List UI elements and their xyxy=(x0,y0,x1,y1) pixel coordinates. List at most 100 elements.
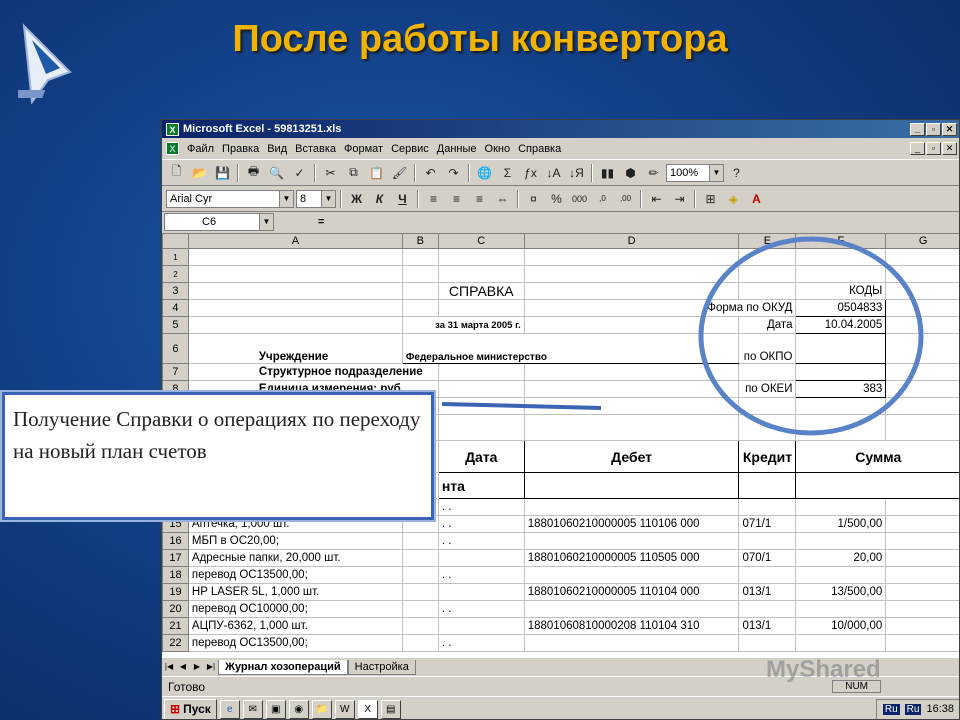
date-cell[interactable]: . . xyxy=(437,634,525,652)
sum-header-cell[interactable]: Сумма xyxy=(795,440,959,473)
undo-icon[interactable]: ↶ xyxy=(420,163,441,183)
keyboard-indicator[interactable]: Ru xyxy=(904,703,922,715)
credit-cell[interactable] xyxy=(738,566,797,584)
credit-cell[interactable]: 071/1 xyxy=(738,515,797,533)
okei-label-cell[interactable]: по ОКЕИ xyxy=(738,380,797,398)
debit-cell[interactable]: 18801060810000208 110104 310 xyxy=(523,617,740,635)
date-cell[interactable]: . . xyxy=(437,532,525,550)
menu-window[interactable]: Окно xyxy=(481,143,515,155)
description-cell[interactable]: АЦПУ-6362, 1,000 шт. xyxy=(187,617,403,635)
date-value-cell[interactable]: 10.04.2005 xyxy=(795,316,887,334)
doc-close-button[interactable]: ✕ xyxy=(942,142,957,155)
decrease-decimal-icon[interactable]: ,00 xyxy=(615,189,636,209)
row-header[interactable]: 7 xyxy=(162,363,189,381)
word-task-icon[interactable]: W xyxy=(334,699,355,719)
debit-cell[interactable]: 18801060210000005 110104 000 xyxy=(523,583,740,601)
excel-task-icon[interactable]: X xyxy=(357,699,378,719)
doc-minimize-button[interactable]: _ xyxy=(910,142,925,155)
font-size-select[interactable]: 8 ▼ xyxy=(296,189,336,208)
date-header-cell[interactable]: Дата xyxy=(437,440,525,473)
language-indicator[interactable]: Ru xyxy=(882,703,900,715)
col-header-a[interactable]: A xyxy=(187,233,403,249)
debit-cell[interactable] xyxy=(523,532,740,550)
align-center-icon[interactable]: ≡ xyxy=(446,189,467,209)
date-label-cell[interactable]: Дата xyxy=(738,316,797,334)
map-icon[interactable]: ⬢ xyxy=(620,163,641,183)
menu-format[interactable]: Формат xyxy=(340,143,387,155)
menu-file[interactable]: Файл xyxy=(183,143,218,155)
menu-edit[interactable]: Правка xyxy=(218,143,263,155)
sum-cell[interactable] xyxy=(795,634,887,652)
copy-icon[interactable]: ⧉ xyxy=(343,163,364,183)
align-right-icon[interactable]: ≡ xyxy=(469,189,490,209)
menu-data[interactable]: Данные xyxy=(433,143,481,155)
row-header[interactable]: 3 xyxy=(162,282,189,300)
debit-header-cell[interactable]: Дебет xyxy=(523,440,740,473)
start-button[interactable]: ⊞ Пуск xyxy=(164,698,217,719)
row-header[interactable]: 5 xyxy=(162,316,189,334)
workbook-icon[interactable]: X xyxy=(166,142,179,155)
currency-icon[interactable]: ¤ xyxy=(523,189,544,209)
credit-header-cell[interactable]: Кредит xyxy=(738,440,797,473)
debit-cell[interactable] xyxy=(523,634,740,652)
tab-settings[interactable]: Настройка xyxy=(347,659,416,675)
preview-icon[interactable]: 🔍 xyxy=(266,163,287,183)
row-header[interactable]: 4 xyxy=(162,299,189,317)
open-icon[interactable]: 📂 xyxy=(189,163,210,183)
menu-view[interactable]: Вид xyxy=(263,143,291,155)
row-header[interactable]: 16 xyxy=(162,532,189,550)
merge-center-icon[interactable]: ⇔ xyxy=(492,189,513,209)
help-icon[interactable]: ? xyxy=(726,163,747,183)
col-header-e[interactable]: E xyxy=(738,233,797,249)
row-header[interactable]: 17 xyxy=(162,549,189,567)
period-cell[interactable]: за 31 марта 2005 г. xyxy=(401,316,525,334)
format-painter-icon[interactable]: 🖌 xyxy=(389,163,410,183)
description-cell[interactable]: перевод ОС13500,00; xyxy=(187,566,403,584)
col-header-d[interactable]: D xyxy=(523,233,740,249)
okud-label-cell[interactable]: Форма по ОКУД xyxy=(523,299,797,317)
next-sheet-icon[interactable]: ▶ xyxy=(190,660,204,674)
row-header[interactable]: 20 xyxy=(162,600,189,618)
spelling-icon[interactable]: ✓ xyxy=(289,163,310,183)
col-header-g[interactable]: G xyxy=(885,233,959,249)
media-icon[interactable]: ◉ xyxy=(288,699,309,719)
name-box[interactable]: C6 ▼ xyxy=(164,213,274,231)
institution-label-cell[interactable]: Учреждение xyxy=(187,333,403,364)
credit-cell[interactable] xyxy=(738,600,797,618)
row-header[interactable]: 1 xyxy=(162,248,189,266)
credit-cell[interactable]: 013/1 xyxy=(738,617,797,635)
credit-cell[interactable]: 013/1 xyxy=(738,583,797,601)
function-icon[interactable]: ƒx xyxy=(520,163,541,183)
description-cell[interactable]: МБП в ОС20,00; xyxy=(187,532,403,550)
sum-cell[interactable]: 13/500,00 xyxy=(795,583,887,601)
outlook-icon[interactable]: ✉ xyxy=(242,699,263,719)
col-header-f[interactable]: F xyxy=(795,233,887,249)
hyperlink-icon[interactable]: 🌐 xyxy=(474,163,495,183)
minimize-button[interactable]: _ xyxy=(910,122,925,136)
menu-help[interactable]: Справка xyxy=(514,143,565,155)
credit-cell[interactable] xyxy=(738,532,797,550)
fill-color-icon[interactable]: ◈ xyxy=(723,189,744,209)
row-header[interactable]: 19 xyxy=(162,583,189,601)
description-cell[interactable]: перевод ОС13500,00; xyxy=(187,634,403,652)
ie-icon[interactable]: e xyxy=(219,699,240,719)
menu-tools[interactable]: Сервис xyxy=(387,143,433,155)
okei-value-cell[interactable]: 383 xyxy=(795,380,887,398)
subdivision-code-cell[interactable] xyxy=(795,363,887,381)
row-header[interactable]: 22 xyxy=(162,634,189,652)
subdivision-label-cell[interactable]: Структурное подразделение xyxy=(187,363,439,381)
last-sheet-icon[interactable]: ▶| xyxy=(204,660,218,674)
drawing-icon[interactable]: ✏ xyxy=(643,163,664,183)
sum-cell[interactable]: 1/500,00 xyxy=(795,515,887,533)
tab-journal[interactable]: Журнал хозопераций xyxy=(218,659,348,675)
debit-cell[interactable] xyxy=(523,600,740,618)
sum-cell[interactable] xyxy=(795,532,887,550)
thousands-icon[interactable]: 000 xyxy=(569,189,590,209)
prev-sheet-icon[interactable]: ◀ xyxy=(176,660,190,674)
doc-restore-button[interactable]: ▫ xyxy=(926,142,941,155)
header-tail-cell[interactable]: нта xyxy=(437,472,525,499)
credit-cell[interactable]: 070/1 xyxy=(738,549,797,567)
debit-cell[interactable]: 18801060210000005 110106 000 xyxy=(523,515,740,533)
italic-button[interactable]: К xyxy=(369,189,390,209)
redo-icon[interactable]: ↷ xyxy=(443,163,464,183)
